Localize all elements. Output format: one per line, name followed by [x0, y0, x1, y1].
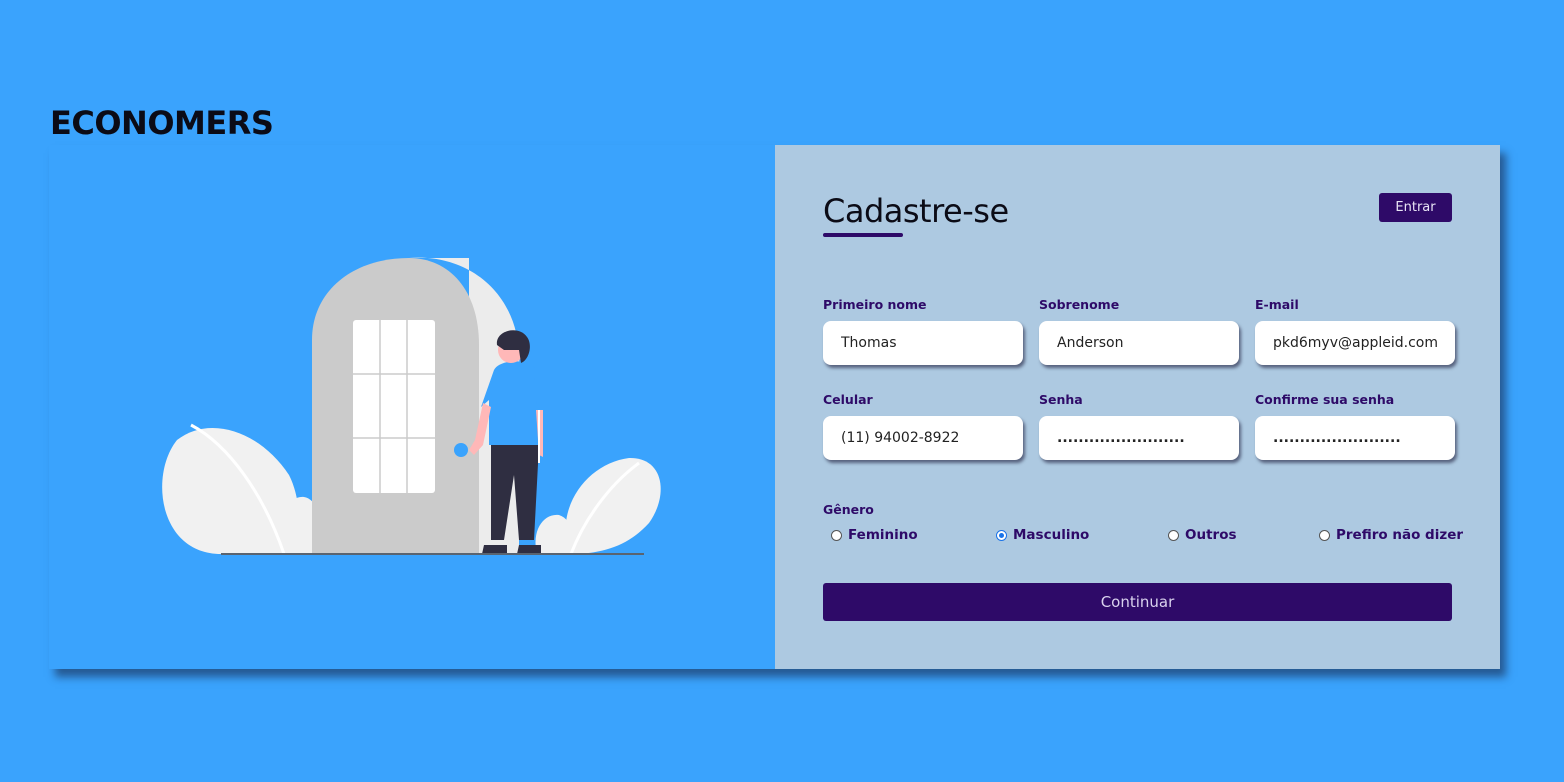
illustration-panel: [49, 145, 775, 669]
phone-field[interactable]: [823, 416, 1023, 460]
password-field[interactable]: [1039, 416, 1239, 460]
radio-unchecked-icon[interactable]: [1168, 529, 1179, 541]
login-button[interactable]: Entrar: [1379, 193, 1452, 222]
gender-option-prefiro-nao-dizer[interactable]: Prefiro não dizer: [1319, 527, 1463, 543]
password-group: Senha: [1039, 392, 1239, 460]
last-name-label: Sobrenome: [1039, 297, 1120, 312]
gender-option-label: Prefiro não dizer: [1336, 527, 1464, 543]
gender-option-label: Feminino: [848, 527, 918, 543]
email-group: E-mail: [1255, 297, 1455, 365]
phone-label: Celular: [823, 392, 873, 407]
last-name-field[interactable]: [1039, 321, 1239, 365]
right-bush-leaf: [565, 457, 661, 554]
page-title: Cadastre-se: [823, 192, 1009, 230]
gender-option-label: Masculino: [1013, 527, 1090, 543]
first-name-field[interactable]: [823, 321, 1023, 365]
continue-button[interactable]: Continuar: [823, 583, 1452, 621]
email-label: E-mail: [1255, 297, 1299, 312]
password-label: Senha: [1039, 392, 1083, 407]
confirm-password-label: Confirme sua senha: [1255, 392, 1395, 407]
radio-unchecked-icon[interactable]: [1319, 529, 1330, 541]
person-at-door-illustration: [162, 257, 661, 555]
email-field[interactable]: [1255, 321, 1455, 365]
door-window: [353, 320, 435, 493]
first-name-label: Primeiro nome: [823, 297, 927, 312]
gender-option-label: Outros: [1185, 527, 1237, 543]
radio-checked-icon[interactable]: [996, 529, 1007, 541]
confirm-password-group: Confirme sua senha: [1255, 392, 1455, 460]
first-name-group: Primeiro nome: [823, 297, 1023, 365]
radio-unchecked-icon[interactable]: [831, 529, 842, 541]
phone-group: Celular: [823, 392, 1023, 460]
brand-logo: ECONOMERS: [50, 104, 274, 142]
form-panel: Cadastre-se Entrar Primeiro nome Sobreno…: [775, 145, 1500, 669]
gender-option-outros[interactable]: Outros: [1168, 527, 1237, 543]
gender-option-feminino[interactable]: Feminino: [831, 527, 918, 543]
signup-card: Cadastre-se Entrar Primeiro nome Sobreno…: [49, 145, 1500, 669]
door-knob: [454, 443, 468, 457]
confirm-password-field[interactable]: [1255, 416, 1455, 460]
last-name-group: Sobrenome: [1039, 297, 1239, 365]
gender-option-masculino[interactable]: Masculino: [996, 527, 1089, 543]
title-underline: [823, 233, 903, 237]
gender-label: Gênero: [823, 502, 874, 517]
